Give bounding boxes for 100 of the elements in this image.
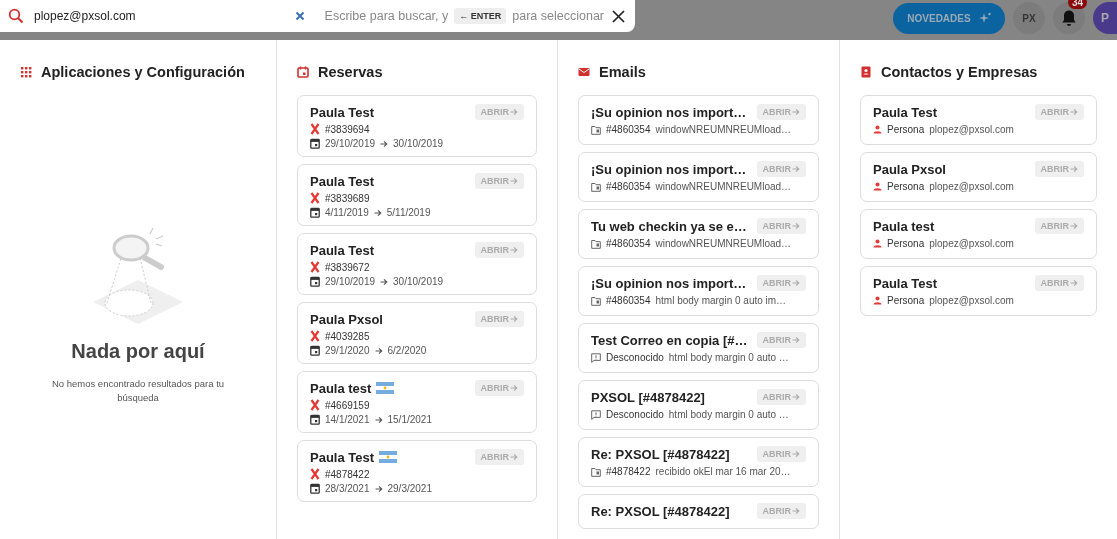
- email-reference: Desconocido: [606, 352, 664, 363]
- open-button[interactable]: ABRIR: [1034, 161, 1084, 177]
- open-button[interactable]: ABRIR: [756, 332, 806, 348]
- open-button[interactable]: ABRIR: [474, 449, 524, 465]
- arrow-icon: [1070, 222, 1078, 230]
- open-button[interactable]: ABRIR: [756, 389, 806, 405]
- email-reference: #4878422: [606, 466, 651, 477]
- reservation-card[interactable]: Paula Test ABRIR #3839689 4/11/2019 5/11/2019: [297, 164, 537, 226]
- open-button[interactable]: ABRIR: [756, 446, 806, 462]
- date-text: 5/11/2019: [386, 207, 431, 218]
- logo-button[interactable]: PX: [1013, 2, 1045, 34]
- news-button[interactable]: NOVEDADES: [893, 2, 1005, 34]
- contact-email: plopez@pxsol.com: [929, 124, 1014, 135]
- arrow-icon: [380, 277, 389, 286]
- open-button[interactable]: ABRIR: [1034, 275, 1084, 291]
- open-button[interactable]: ABRIR: [474, 104, 524, 120]
- close-icon: [612, 9, 625, 23]
- x-mark-icon: [310, 192, 320, 204]
- date-text: 28/3/2021: [325, 483, 370, 494]
- email-subject: Re: PXSOL [#4878422]: [591, 503, 730, 519]
- email-subject: ¡Su opinion nos import…: [591, 104, 747, 120]
- open-button[interactable]: ABRIR: [1034, 218, 1084, 234]
- contact-email: plopez@pxsol.com: [929, 238, 1014, 249]
- arrow-icon: [792, 336, 800, 344]
- email-subject: ¡Su opinion nos import…: [591, 161, 747, 177]
- contact-email: plopez@pxsol.com: [929, 295, 1014, 306]
- contact-card[interactable]: Paula Test ABRIR Persona plopez@pxsol.com: [860, 266, 1097, 316]
- email-subject: Tu web checkin ya se e…: [591, 218, 747, 234]
- reservation-code: #4669159: [325, 399, 370, 411]
- email-preview: recibido okEl mar 16 mar 20…: [655, 466, 791, 477]
- email-reference: #4860354: [606, 124, 651, 135]
- open-button[interactable]: ABRIR: [474, 242, 524, 258]
- email-card[interactable]: Re: PXSOL [#4878422] ABRIR: [578, 494, 819, 529]
- contact-card[interactable]: Paula Pxsol ABRIR Persona plopez@pxsol.com: [860, 152, 1097, 202]
- calendar-icon: [310, 207, 320, 218]
- reservation-card[interactable]: Paula Test ABRIR #4878422 28/3/2021 29/3/2021: [297, 440, 537, 502]
- arrow-icon: [792, 450, 800, 458]
- email-card[interactable]: ¡Su opinion nos import… ABRIR #4860354 html body margin 0 auto im…: [578, 266, 819, 316]
- contact-card[interactable]: Paula test ABRIR Persona plopez@pxsol.com: [860, 209, 1097, 259]
- email-card[interactable]: PXSOL [#4878422] ABRIR Desconocido html body margin 0 auto …: [578, 380, 819, 430]
- reservation-name: Paula Test: [310, 242, 375, 258]
- email-subject: PXSOL [#4878422]: [591, 389, 705, 405]
- contact-name: Paula test: [873, 218, 935, 234]
- open-button[interactable]: ABRIR: [756, 275, 806, 291]
- open-button[interactable]: ABRIR: [756, 503, 806, 519]
- person-icon: [873, 296, 882, 305]
- arrow-icon: [792, 507, 800, 515]
- email-card[interactable]: ¡Su opinion nos import… ABRIR #4860354 windowNREUMNREUMload…: [578, 152, 819, 202]
- contact-card[interactable]: Paula Test ABRIR Persona plopez@pxsol.com: [860, 95, 1097, 145]
- reservation-name: Paula Test: [310, 104, 375, 120]
- arrow-icon: [1070, 165, 1078, 173]
- email-card[interactable]: Tu web checkin ya se e… ABRIR #4860354 windowNREUMNREUMload…: [578, 209, 819, 259]
- reservation-card[interactable]: Paula Pxsol ABRIR #4039285 29/1/2020 6/2/2020: [297, 302, 537, 364]
- open-button[interactable]: ABRIR: [474, 380, 524, 396]
- empty-state-title: Nada por aquí: [71, 340, 205, 363]
- calendar-icon: [297, 66, 309, 78]
- column-title: Contactos y Empresas: [881, 64, 1038, 80]
- calendar-icon: [310, 414, 320, 425]
- email-preview: html body margin 0 auto …: [668, 409, 789, 420]
- open-button[interactable]: ABRIR: [1034, 104, 1084, 120]
- close-button[interactable]: [610, 7, 627, 25]
- email-subject: ¡Su opinion nos import…: [591, 275, 747, 291]
- open-button[interactable]: ABRIR: [756, 218, 806, 234]
- calendar-icon: [310, 483, 320, 494]
- reservation-code: #3839689: [325, 192, 370, 204]
- envelope-icon: [578, 66, 590, 78]
- date-text: 15/1/2021: [387, 414, 432, 425]
- email-preview: windowNREUMNREUMload…: [655, 181, 792, 192]
- contact-name: Paula Test: [873, 275, 938, 291]
- contact-name: Paula Test: [873, 104, 938, 120]
- reservation-card[interactable]: Paula Test ABRIR #3839694 29/10/2019 30/10/2019: [297, 95, 537, 157]
- empty-state-message: No hemos encontrado resultados para tu búsqueda: [50, 377, 226, 405]
- reservation-code: #3839672: [325, 261, 370, 273]
- reservation-name: Paula Test: [310, 173, 375, 189]
- email-card[interactable]: ¡Su opinion nos import… ABRIR #4860354 windowNREUMNREUMload…: [578, 95, 819, 145]
- reservation-card[interactable]: Paula Test ABRIR #3839672 29/10/2019 30/10/2019: [297, 233, 537, 295]
- column-title: Reservas: [318, 64, 383, 80]
- reservation-name: Paula test: [310, 380, 372, 396]
- folder-icon: [591, 124, 601, 135]
- bell-icon: [1061, 9, 1077, 27]
- email-subject: Test Correo en copia [#…: [591, 332, 748, 348]
- contact-book-icon: [860, 66, 872, 78]
- email-card[interactable]: Test Correo en copia [#… ABRIR Desconocido html body margin 0 auto …: [578, 323, 819, 373]
- avatar[interactable]: P: [1093, 2, 1117, 34]
- open-button[interactable]: ABRIR: [474, 311, 524, 327]
- email-card[interactable]: Re: PXSOL [#4878422] ABRIR #4878422 recibido okEl mar 16 mar 20…: [578, 437, 819, 487]
- contact-type: Persona: [887, 238, 925, 249]
- reservation-code: #3839694: [325, 123, 370, 135]
- arrow-icon: [374, 346, 383, 355]
- arrow-icon: [510, 453, 518, 461]
- arrow-icon: [792, 279, 800, 287]
- calendar-icon: [310, 345, 320, 356]
- reservation-card[interactable]: Paula test ABRIR #4669159 14/1/2021 15/1/2021: [297, 371, 537, 433]
- date-text: 6/2/2020: [387, 345, 427, 356]
- contact-type: Persona: [887, 124, 925, 135]
- comment-icon: [591, 409, 601, 420]
- open-button[interactable]: ABRIR: [756, 104, 806, 120]
- open-button[interactable]: ABRIR: [474, 173, 524, 189]
- x-mark-icon: [310, 123, 320, 135]
- open-button[interactable]: ABRIR: [756, 161, 806, 177]
